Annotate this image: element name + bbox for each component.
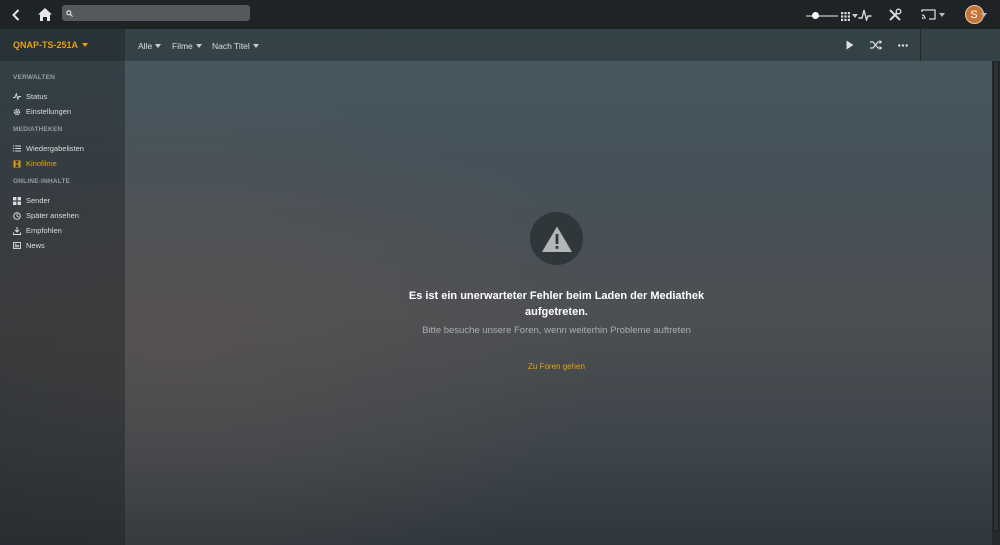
sidebar-item-label: Sender: [26, 196, 51, 205]
library-toolbar: Alle Filme Nach Titel: [125, 29, 1000, 61]
sidebar-item-sender[interactable]: Sender: [0, 193, 125, 208]
background: [0, 29, 1000, 545]
gear-icon: [13, 108, 21, 116]
sidebar: QNAP-TS-251A VERWALTEN Status Einstellun…: [0, 29, 125, 545]
scrollbar-thumb[interactable]: [993, 61, 999, 531]
play-button[interactable]: [842, 37, 858, 53]
sidebar-item-empfohlen[interactable]: Empfohlen: [0, 223, 125, 238]
more-icon: [898, 43, 908, 47]
grid-view-icon: [841, 11, 850, 21]
filter-label: Filme: [172, 41, 193, 51]
search-icon: [66, 9, 73, 17]
tools-icon: [889, 8, 902, 21]
chevron-down-icon: [195, 44, 202, 48]
cast-icon: [921, 9, 936, 20]
user-menu-button[interactable]: S: [958, 0, 990, 29]
cast-button[interactable]: [916, 0, 950, 29]
sidebar-item-kinofilme[interactable]: Kinofilme: [0, 156, 125, 171]
sidebar-item-status[interactable]: Status: [0, 89, 125, 104]
view-mode-button[interactable]: [841, 8, 863, 24]
home-icon: [38, 8, 52, 21]
sort-dropdown[interactable]: Nach Titel: [212, 41, 259, 51]
chevron-down-icon: [939, 12, 945, 17]
server-selector[interactable]: QNAP-TS-251A: [0, 29, 125, 61]
clock-icon: [13, 211, 21, 220]
chevron-down-icon: [252, 44, 259, 48]
filter-label: Alle: [138, 41, 153, 51]
shuffle-icon: [870, 40, 882, 50]
film-icon: [13, 160, 21, 168]
error-title: Es ist ein unerwarteter Fehler beim Lade…: [408, 290, 705, 318]
section-title-verwalten: VERWALTEN: [13, 74, 56, 81]
forums-link[interactable]: Zu Foren gehen: [480, 362, 633, 371]
warning-icon: [530, 212, 583, 265]
chevron-down-icon: [155, 44, 162, 48]
size-slider-handle[interactable]: [812, 12, 819, 19]
shuffle-button[interactable]: [868, 37, 884, 53]
chevron-down-icon: [82, 43, 89, 47]
search-input[interactable]: [77, 7, 237, 19]
sidebar-item-wiedergabelisten[interactable]: Wiedergabelisten: [0, 141, 125, 156]
chevron-left-icon: [12, 8, 20, 21]
sidebar-item-label: Einstellungen: [26, 107, 72, 116]
list-icon: [13, 145, 21, 153]
sidebar-item-label: News: [26, 241, 45, 250]
scrollbar[interactable]: [992, 61, 1000, 545]
back-button[interactable]: [2, 0, 30, 29]
more-options-button[interactable]: [895, 37, 911, 53]
section-title-mediatheken: MEDIATHEKEN: [13, 126, 63, 133]
sidebar-item-label: Status: [26, 92, 48, 101]
sidebar-item-spaeter-ansehen[interactable]: Später ansehen: [0, 208, 125, 223]
size-slider-track[interactable]: [806, 15, 838, 17]
play-icon: [846, 40, 854, 50]
settings-button[interactable]: [882, 0, 908, 29]
download-icon: [13, 226, 21, 235]
sidebar-item-label: Kinofilme: [26, 159, 57, 168]
activity-icon: [13, 93, 21, 101]
chevron-down-icon: [852, 14, 858, 18]
filter-all-dropdown[interactable]: Alle: [138, 41, 162, 51]
sidebar-item-label: Später ansehen: [26, 211, 79, 220]
sidebar-item-label: Wiedergabelisten: [26, 144, 84, 153]
grid-icon: [13, 196, 21, 205]
error-subtitle: Bitte besuche unsere Foren, wenn weiterh…: [422, 325, 691, 336]
sidebar-item-label: Empfohlen: [26, 226, 62, 235]
sidebar-item-einstellungen[interactable]: Einstellungen: [0, 104, 125, 119]
news-icon: [13, 242, 21, 250]
chevron-down-icon: [981, 13, 987, 17]
filter-type-dropdown[interactable]: Filme: [172, 41, 202, 51]
home-button[interactable]: [32, 0, 58, 29]
sidebar-item-news[interactable]: News: [0, 238, 125, 253]
section-title-online-inhalte: ONLINE-INHALTE: [13, 178, 71, 185]
toolbar-divider: [920, 29, 921, 61]
server-name: QNAP-TS-251A: [13, 40, 79, 50]
search-bar[interactable]: [62, 5, 250, 21]
filter-label: Nach Titel: [212, 41, 250, 51]
